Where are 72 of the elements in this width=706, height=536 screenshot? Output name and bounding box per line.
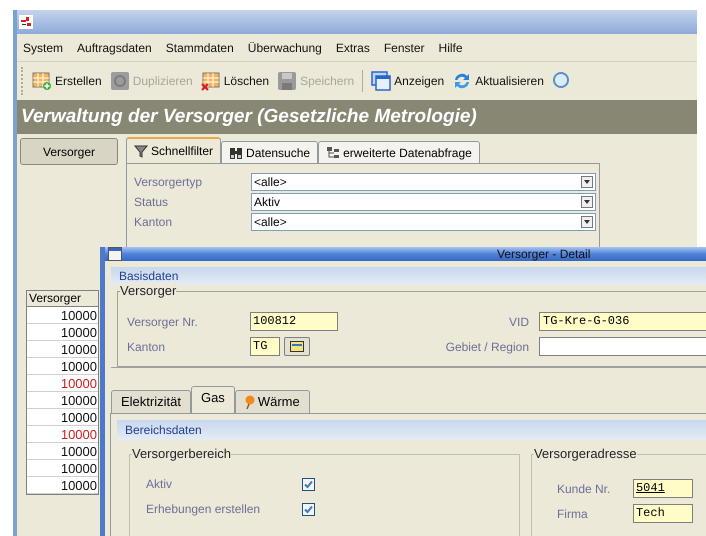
input-field[interactable]: TG-Kre-G-036 bbox=[539, 312, 706, 331]
toolbar-button[interactable]: Löschen bbox=[200, 71, 270, 91]
detail-tab[interactable]: Wärme bbox=[234, 390, 310, 413]
table-cell: 10000 bbox=[27, 426, 98, 443]
group-title: Versorgerbereich bbox=[132, 446, 231, 462]
section-header: Basisdaten bbox=[111, 267, 706, 285]
tree-icon bbox=[326, 146, 340, 160]
field-label: Gebiet / Region bbox=[446, 338, 529, 356]
input-field[interactable]: 100812 bbox=[250, 312, 338, 331]
table-cell: 10000 bbox=[27, 477, 98, 494]
menu-item[interactable]: System bbox=[23, 38, 64, 56]
field-label: VID bbox=[508, 314, 529, 330]
table-cell: 10000 bbox=[27, 375, 98, 392]
toolbar-button[interactable]: Erstellen bbox=[32, 71, 102, 91]
table-cell: 10000 bbox=[27, 409, 98, 426]
app-logo-icon bbox=[19, 15, 33, 29]
toolbar-button[interactable]: Aktualisieren bbox=[452, 71, 544, 91]
field-label: Status bbox=[134, 194, 170, 211]
table-cell: 10000 bbox=[27, 392, 98, 409]
windows-icon bbox=[371, 71, 392, 91]
table-cell: 10000 bbox=[27, 341, 98, 358]
table-cell: 10000 bbox=[27, 307, 98, 324]
grid-plus-icon bbox=[32, 71, 52, 91]
ring-square-icon bbox=[110, 71, 130, 91]
filter-tab[interactable]: erweiterte Datenabfrage bbox=[318, 141, 480, 163]
checkbox[interactable] bbox=[302, 478, 315, 490]
input-field[interactable]: TG bbox=[250, 337, 280, 356]
pin-icon bbox=[244, 395, 255, 409]
menu-item[interactable]: Hilfe bbox=[438, 38, 463, 56]
menu-item[interactable]: Extras bbox=[336, 38, 370, 56]
input-field[interactable]: 5041 bbox=[632, 479, 693, 498]
window-icon bbox=[108, 247, 122, 261]
binoculars-icon bbox=[229, 146, 244, 160]
card-icon bbox=[290, 341, 304, 352]
grid-cross-icon bbox=[200, 71, 221, 91]
menu-item[interactable]: Überwachung bbox=[248, 38, 322, 56]
input-field[interactable]: Tech bbox=[632, 504, 693, 523]
menu-item[interactable]: Fenster bbox=[384, 38, 425, 56]
menu-item[interactable]: Auftragsdaten bbox=[77, 38, 152, 56]
filter-tab[interactable]: Schnellfilter bbox=[126, 137, 222, 163]
group-title: Versorgeradresse bbox=[534, 446, 637, 462]
field-label: Versorgertyp bbox=[134, 174, 204, 191]
checkbox-label: Erhebungen erstellen bbox=[146, 501, 262, 518]
field-label: Kunde Nr. bbox=[556, 480, 612, 498]
field-label: Kanton bbox=[127, 338, 166, 356]
filter-tab[interactable]: Datensuche bbox=[221, 141, 318, 163]
search-icon[interactable] bbox=[552, 71, 572, 91]
versorger-button[interactable]: Versorger bbox=[20, 138, 118, 165]
dropdown[interactable]: <alle> bbox=[251, 213, 596, 231]
dropdown[interactable]: Aktiv bbox=[251, 193, 596, 211]
field-label: Kanton bbox=[134, 214, 174, 231]
toolbar-button[interactable]: Anzeigen bbox=[371, 71, 444, 91]
menu-item[interactable]: Stammdaten bbox=[166, 38, 234, 56]
detail-tab[interactable]: Elektrizität bbox=[111, 390, 191, 413]
table-cell: 10000 bbox=[27, 460, 98, 477]
table-cell: 10000 bbox=[27, 358, 98, 375]
field-label: Versorger Nr. bbox=[127, 314, 199, 330]
field-label: Firma bbox=[556, 506, 589, 522]
window-title: Versorger - Detail bbox=[497, 246, 590, 263]
group-title: Versorger bbox=[120, 283, 176, 299]
page-heading: Verwaltung der Versorger (Gesetzliche Metrologie) bbox=[17, 100, 697, 134]
table-cell: 10000 bbox=[27, 324, 98, 341]
column-header[interactable]: Versorger bbox=[27, 291, 98, 307]
checkbox-label: Aktiv bbox=[146, 476, 174, 493]
funnel-icon bbox=[134, 144, 148, 158]
checkbox[interactable] bbox=[302, 502, 315, 516]
dropdown[interactable]: <alle> bbox=[251, 173, 596, 191]
table-cell: 10000 bbox=[27, 443, 98, 460]
section-header: Bereichsdaten bbox=[117, 420, 706, 440]
lookup-button[interactable] bbox=[284, 337, 310, 356]
detail-tab[interactable]: Gas bbox=[190, 386, 235, 413]
input-field[interactable] bbox=[539, 337, 706, 356]
